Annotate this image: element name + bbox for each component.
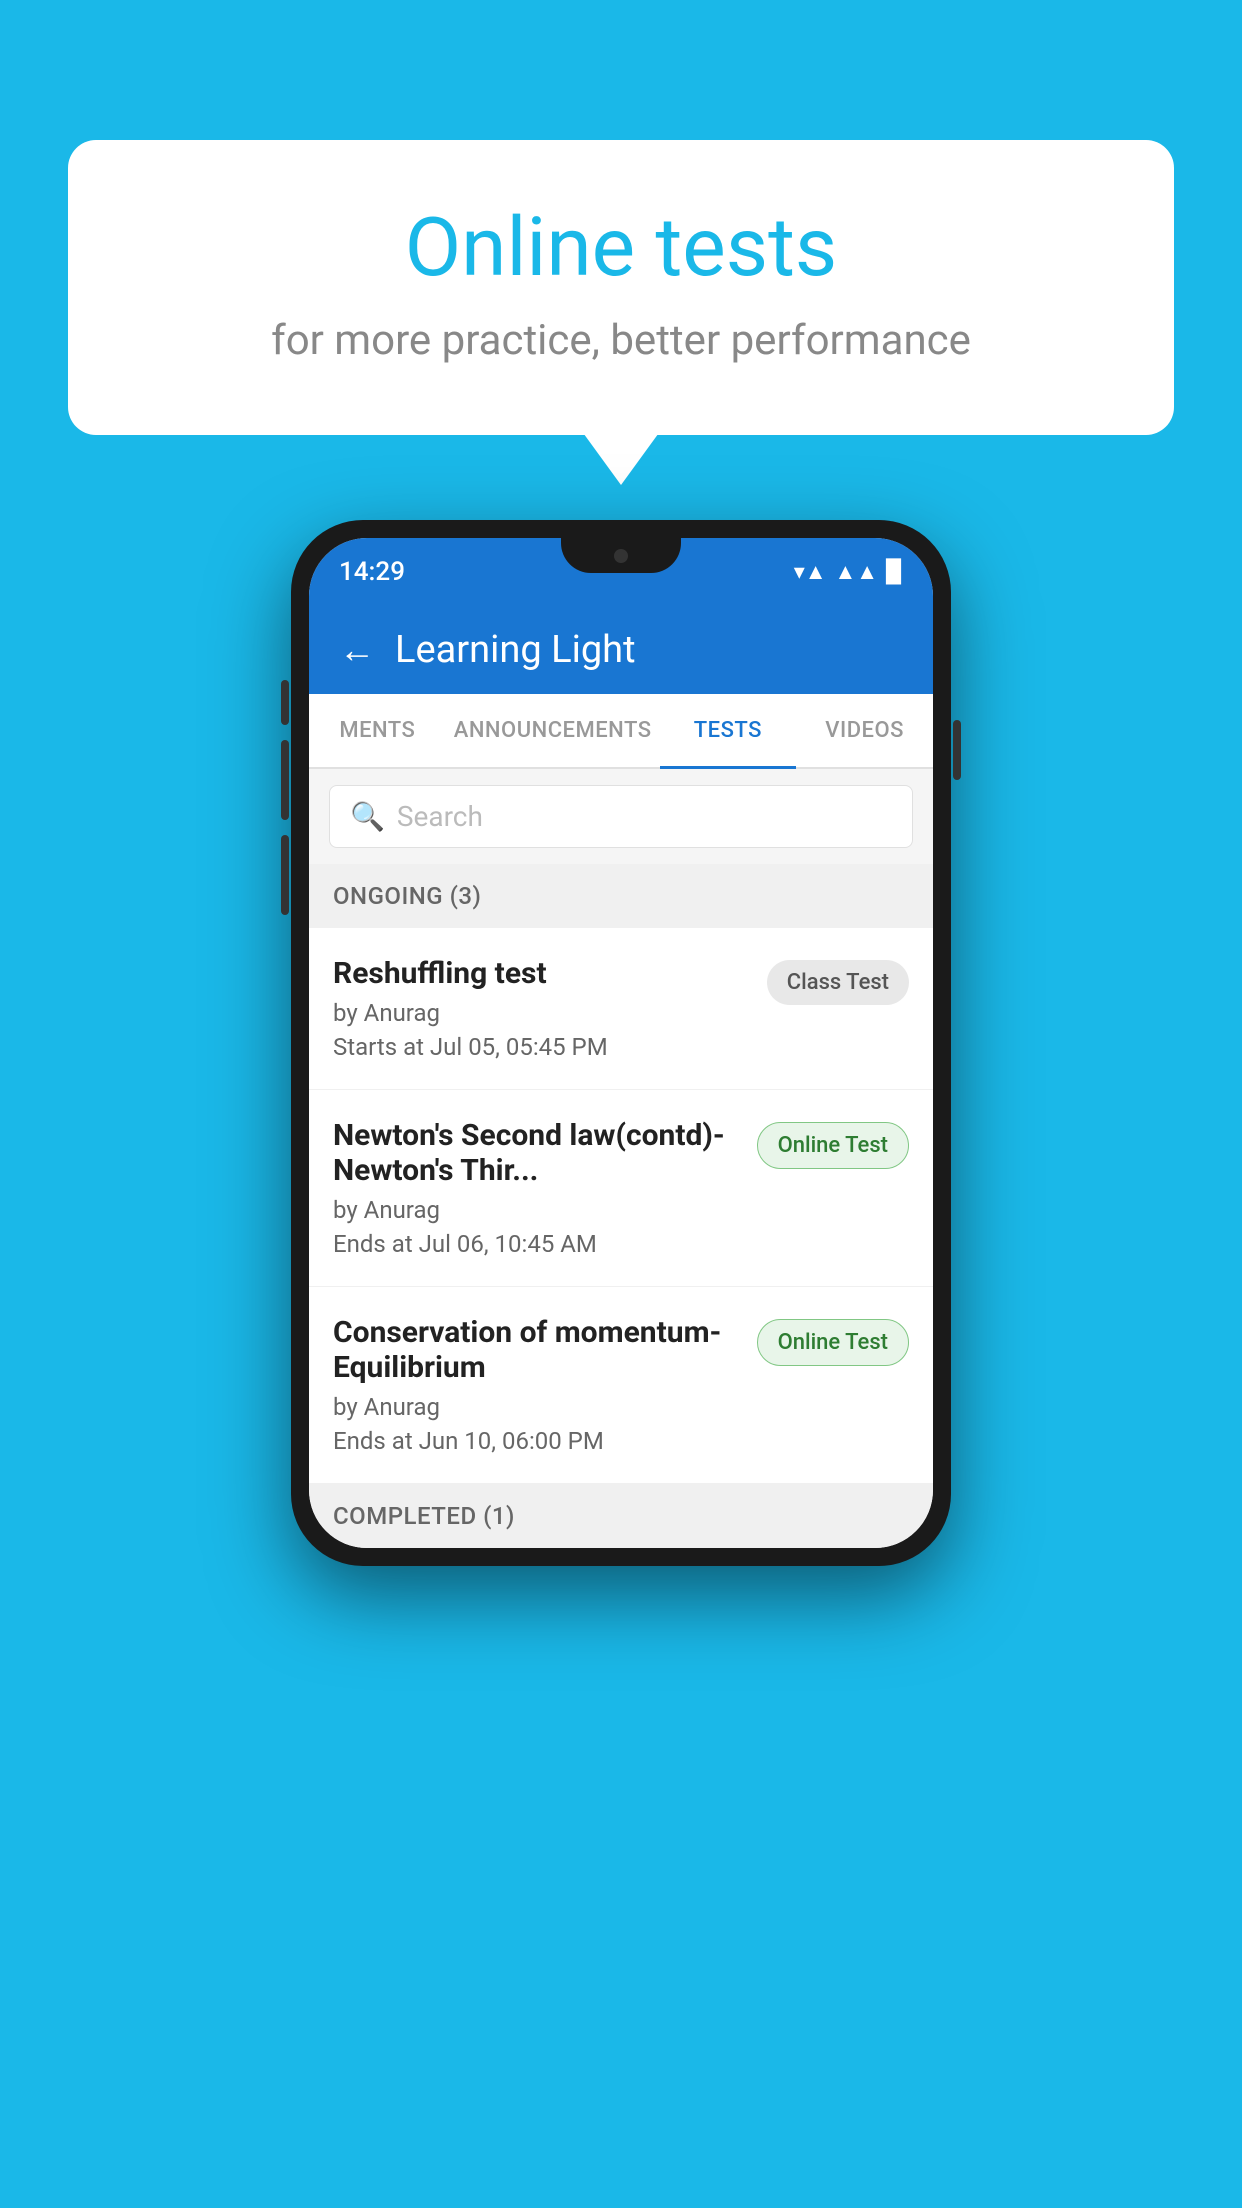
tabs-container: MENTS ANNOUNCEMENTS TESTS VIDEOS bbox=[309, 694, 933, 769]
phone-container: 14:29 ▾▲ ▲▲ ▉ ← Learning Light MENTS bbox=[291, 520, 951, 1566]
camera bbox=[614, 549, 628, 563]
test-badge-class: Class Test bbox=[767, 960, 909, 1005]
test-badge-online: Online Test bbox=[757, 1122, 909, 1169]
test-item[interactable]: Conservation of momentum-Equilibrium by … bbox=[309, 1287, 933, 1484]
test-item[interactable]: Reshuffling test by Anurag Starts at Jul… bbox=[309, 928, 933, 1090]
speech-bubble-title: Online tests bbox=[148, 200, 1094, 296]
test-list: Reshuffling test by Anurag Starts at Jul… bbox=[309, 928, 933, 1484]
test-info: Conservation of momentum-Equilibrium by … bbox=[333, 1315, 741, 1455]
test-name: Conservation of momentum-Equilibrium bbox=[333, 1315, 741, 1385]
status-time: 14:29 bbox=[339, 557, 405, 587]
test-name: Reshuffling test bbox=[333, 956, 751, 991]
search-container: 🔍 Search bbox=[309, 769, 933, 864]
speech-bubble-subtitle: for more practice, better performance bbox=[148, 316, 1094, 365]
notch bbox=[561, 538, 681, 573]
tab-ments[interactable]: MENTS bbox=[309, 694, 446, 767]
test-item[interactable]: Newton's Second law(contd)-Newton's Thir… bbox=[309, 1090, 933, 1287]
phone-screen: 14:29 ▾▲ ▲▲ ▉ ← Learning Light MENTS bbox=[309, 538, 933, 1548]
search-placeholder: Search bbox=[397, 800, 483, 833]
speech-bubble-container: Online tests for more practice, better p… bbox=[68, 140, 1174, 435]
test-time: Starts at Jul 05, 05:45 PM bbox=[333, 1033, 751, 1061]
test-info: Newton's Second law(contd)-Newton's Thir… bbox=[333, 1118, 741, 1258]
test-time: Ends at Jun 10, 06:00 PM bbox=[333, 1427, 741, 1455]
test-info: Reshuffling test by Anurag Starts at Jul… bbox=[333, 956, 751, 1061]
volume-down-button bbox=[281, 835, 289, 915]
ongoing-label: ONGOING (3) bbox=[333, 882, 481, 910]
back-button[interactable]: ← bbox=[339, 629, 375, 671]
test-badge-online: Online Test bbox=[757, 1319, 909, 1366]
power-button bbox=[953, 720, 961, 780]
completed-section-header: COMPLETED (1) bbox=[309, 1484, 933, 1548]
app-header: ← Learning Light bbox=[309, 606, 933, 694]
volume-up-button bbox=[281, 740, 289, 820]
wifi-icon: ▾▲ bbox=[794, 559, 827, 585]
test-time: Ends at Jul 06, 10:45 AM bbox=[333, 1230, 741, 1258]
status-bar: 14:29 ▾▲ ▲▲ ▉ bbox=[309, 538, 933, 606]
volume-silent-button bbox=[281, 680, 289, 725]
search-icon: 🔍 bbox=[350, 800, 385, 833]
completed-label: COMPLETED (1) bbox=[333, 1502, 515, 1530]
battery-icon: ▉ bbox=[886, 560, 903, 585]
tab-videos[interactable]: VIDEOS bbox=[796, 694, 933, 767]
speech-bubble: Online tests for more practice, better p… bbox=[68, 140, 1174, 435]
signal-icon: ▲▲ bbox=[835, 559, 879, 585]
tab-announcements[interactable]: ANNOUNCEMENTS bbox=[446, 694, 660, 767]
test-author: by Anurag bbox=[333, 1393, 741, 1421]
test-name: Newton's Second law(contd)-Newton's Thir… bbox=[333, 1118, 741, 1188]
ongoing-section-header: ONGOING (3) bbox=[309, 864, 933, 928]
test-author: by Anurag bbox=[333, 1196, 741, 1224]
tab-tests[interactable]: TESTS bbox=[660, 694, 797, 767]
phone-outer: 14:29 ▾▲ ▲▲ ▉ ← Learning Light MENTS bbox=[291, 520, 951, 1566]
status-icons: ▾▲ ▲▲ ▉ bbox=[794, 559, 903, 585]
test-author: by Anurag bbox=[333, 999, 751, 1027]
search-box[interactable]: 🔍 Search bbox=[329, 785, 913, 848]
app-title: Learning Light bbox=[395, 628, 636, 672]
